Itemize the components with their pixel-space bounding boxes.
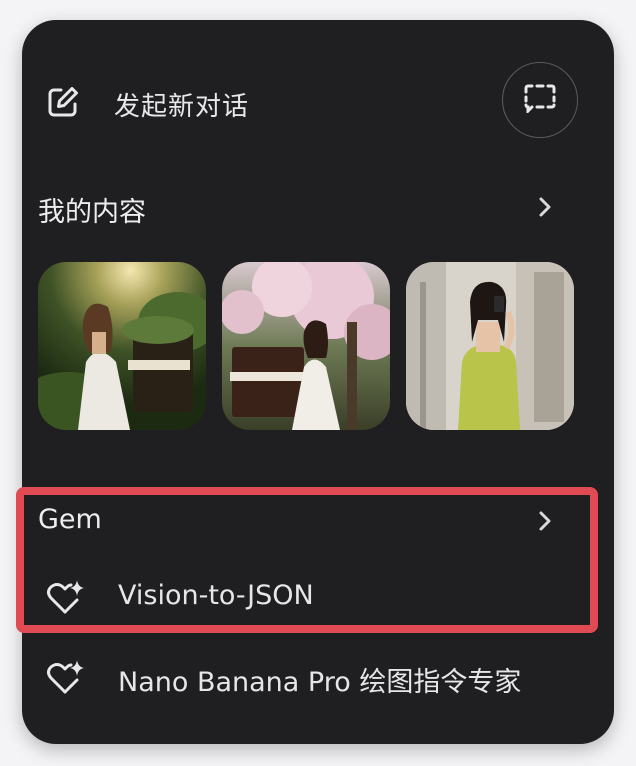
chevron-right-icon [536,194,554,220]
new-chat-label: 发起新对话 [114,92,250,122]
menu-panel: 发起新对话 我的内容 Gem Vision-to-JSON Nano Banan… [22,20,614,744]
image-thumbnail[interactable] [406,262,574,430]
my-content-title: 我的内容 [38,197,146,228]
image-thumbnail[interactable] [38,262,206,430]
edit-icon [46,85,80,119]
temporary-chat-icon [523,83,557,117]
gem-title: Gem [38,504,102,535]
gem-header[interactable]: Gem [22,496,614,546]
chevron-right-icon [536,508,554,534]
gem-item-nano-banana-pro[interactable]: Nano Banana Pro 绘图指令专家 [22,648,614,704]
gem-sparkle-icon [46,658,86,696]
gem-item-label: Vision-to-JSON [118,580,314,611]
gem-sparkle-icon [46,578,86,616]
gem-item-label: Nano Banana Pro 绘图指令专家 [118,667,522,698]
temporary-chat-button[interactable] [502,62,578,138]
my-content-header[interactable]: 我的内容 [22,182,614,232]
my-content-thumbnails [38,262,574,430]
image-thumbnail[interactable] [222,262,390,430]
gem-item-vision-to-json[interactable]: Vision-to-JSON [22,568,614,624]
